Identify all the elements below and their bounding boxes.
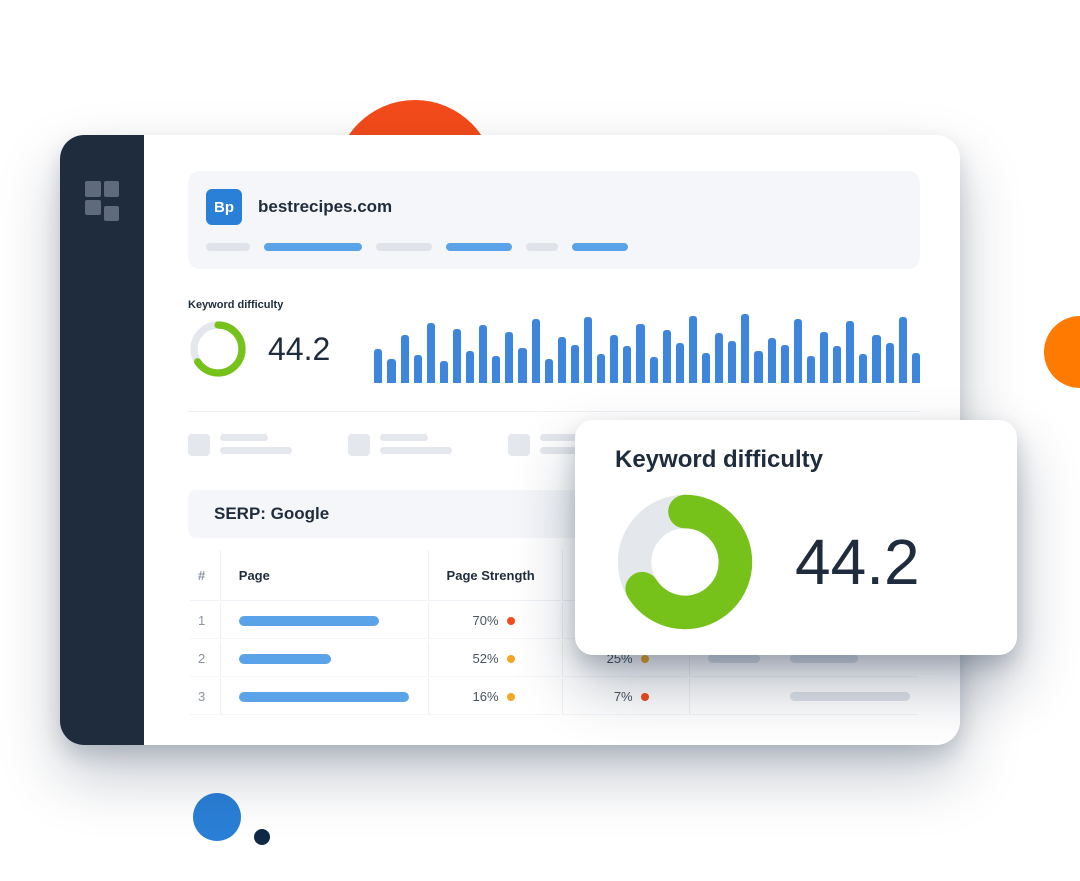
bar — [584, 317, 592, 383]
app-logo-icon[interactable] — [85, 181, 119, 215]
bar — [807, 356, 815, 383]
bar — [623, 346, 631, 383]
bar — [886, 343, 894, 383]
cell-page — [220, 603, 426, 639]
bar — [846, 321, 854, 383]
tab-placeholder[interactable] — [376, 243, 432, 251]
sidebar — [60, 135, 144, 745]
metric-placeholder — [188, 434, 292, 456]
site-icon: Bp — [206, 189, 242, 225]
kd-card-title: Keyword difficulty — [615, 446, 981, 474]
bar — [899, 317, 907, 383]
table-row[interactable]: 3 16% 7% — [190, 679, 918, 715]
bar — [518, 348, 526, 383]
bar — [794, 319, 802, 383]
tab-placeholder[interactable] — [446, 243, 512, 251]
cell-index: 2 — [190, 641, 218, 677]
bar — [558, 337, 566, 383]
bar — [833, 346, 841, 383]
cell-strength: 70% — [428, 603, 560, 639]
cell-index: 3 — [190, 679, 218, 715]
bar — [453, 329, 461, 383]
decorative-circle — [1044, 316, 1080, 388]
bar — [427, 323, 435, 383]
tab-placeholder[interactable] — [206, 243, 250, 251]
cell-inlink: 7% — [562, 679, 687, 715]
bar — [401, 335, 409, 383]
cell-index: 1 — [190, 603, 218, 639]
col-header-strength: Page Strength — [428, 550, 560, 601]
divider — [188, 411, 920, 412]
bar — [414, 355, 422, 383]
metric-placeholder — [348, 434, 452, 456]
bar — [466, 351, 474, 383]
bar — [610, 335, 618, 383]
bar — [636, 324, 644, 383]
bar — [754, 351, 762, 383]
bar — [440, 361, 448, 383]
keyword-difficulty-card: Keyword difficulty 44.2 — [575, 420, 1017, 655]
bar — [374, 349, 382, 383]
bar — [781, 345, 789, 383]
cell-strength: 52% — [428, 641, 560, 677]
bar — [912, 353, 920, 383]
kd-card-donut-icon — [615, 492, 755, 632]
bar — [597, 354, 605, 383]
kd-label: Keyword difficulty — [188, 299, 330, 311]
bar — [532, 319, 540, 383]
tab-placeholder[interactable] — [572, 243, 628, 251]
cell-page — [220, 679, 426, 715]
decorative-dot — [193, 793, 241, 841]
bar — [571, 345, 579, 383]
metrics-row: Keyword difficulty 44.2 — [188, 299, 920, 383]
bar — [650, 357, 658, 383]
site-header-card: Bp bestrecipes.com — [188, 171, 920, 269]
tab-bar — [206, 243, 898, 251]
cell-page — [220, 641, 426, 677]
bar — [663, 330, 671, 383]
kd-value: 44.2 — [268, 331, 330, 368]
tab-placeholder[interactable] — [526, 243, 558, 251]
bar — [715, 333, 723, 383]
kd-card-value: 44.2 — [795, 525, 920, 599]
cell-strength: 16% — [428, 679, 560, 715]
bar — [689, 316, 697, 383]
bar — [702, 353, 710, 383]
site-title: bestrecipes.com — [258, 197, 392, 217]
bar — [479, 325, 487, 383]
cell-ext — [689, 679, 918, 715]
trend-bar-chart — [374, 303, 920, 383]
kd-donut-icon — [188, 319, 248, 379]
bar — [387, 359, 395, 383]
bar — [545, 359, 553, 383]
bar — [768, 338, 776, 383]
bar — [872, 335, 880, 383]
bar — [741, 314, 749, 383]
col-header-index: # — [190, 550, 218, 601]
bar — [859, 354, 867, 383]
bar — [728, 341, 736, 383]
bar — [492, 356, 500, 383]
keyword-difficulty-widget: Keyword difficulty 44.2 — [188, 299, 330, 383]
decorative-dot — [254, 829, 270, 845]
bar — [505, 332, 513, 383]
bar — [676, 343, 684, 383]
bar — [820, 332, 828, 383]
tab-placeholder[interactable] — [264, 243, 362, 251]
col-header-page: Page — [220, 550, 426, 601]
